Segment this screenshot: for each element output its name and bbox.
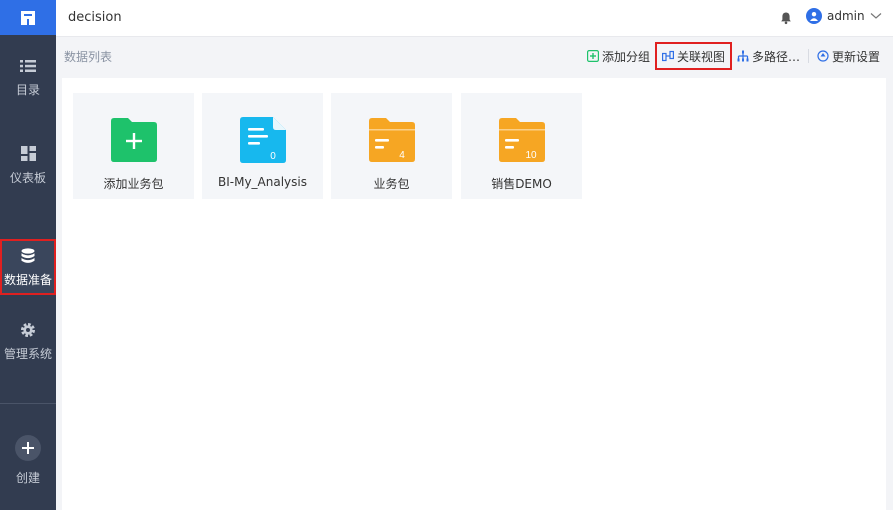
package-card[interactable]: 0 BI-My_Analysis: [202, 93, 323, 199]
multi-path-button[interactable]: 多路径…: [732, 43, 805, 69]
package-count: 0: [270, 151, 276, 162]
user-menu[interactable]: admin: [806, 8, 882, 24]
update-settings-label: 更新设置: [831, 49, 880, 64]
add-group-icon: [586, 50, 599, 62]
folder-icon: 4: [368, 118, 415, 162]
toolbar: 添加分组 关联视图 多路径… 更新设置: [582, 42, 885, 70]
refresh-icon: [817, 50, 829, 62]
content-header: 数据列表 添加分组 关联视图 多路径… 更新设置: [56, 37, 893, 75]
chevron-down-icon: [870, 13, 882, 19]
create-button[interactable]: 创建: [0, 430, 56, 490]
bell-icon[interactable]: [779, 11, 793, 25]
sidebar: 目录 仪表板 数据准备 管理系统 创建: [0, 0, 56, 510]
top-bar: decision admin: [56, 0, 893, 37]
package-count: 4: [399, 150, 405, 161]
app-title: decision: [68, 10, 122, 25]
sidebar-item-catalog[interactable]: 目录: [0, 49, 56, 105]
card-label: 业务包: [373, 177, 410, 191]
sidebar-item-data-prep[interactable]: 数据准备: [0, 239, 56, 295]
dashboard-icon: [19, 145, 37, 163]
relation-view-button[interactable]: 关联视图: [654, 42, 732, 70]
app-logo[interactable]: [0, 0, 56, 35]
package-card[interactable]: 10 销售DEMO: [461, 93, 582, 199]
multi-path-label: 多路径…: [751, 49, 800, 64]
sidebar-divider: [0, 403, 56, 404]
create-label: 创建: [15, 470, 40, 485]
sidebar-item-label: 管理系统: [3, 346, 52, 361]
logo-icon: [21, 10, 35, 25]
sidebar-item-dashboard[interactable]: 仪表板: [0, 137, 56, 193]
section-title: 数据列表: [64, 50, 113, 64]
add-group-button[interactable]: 添加分组: [582, 43, 655, 69]
multi-path-icon: [737, 50, 749, 62]
main-panel: 添加业务包 0 BI-My_Analysis 4 业务包 10 销售DEMO: [62, 78, 886, 510]
user-name: admin: [827, 9, 865, 23]
sidebar-item-label: 仪表板: [9, 170, 46, 185]
toolbar-divider: [807, 49, 809, 63]
relation-view-icon: [661, 50, 674, 62]
relation-view-label: 关联视图: [676, 49, 725, 64]
plus-icon: [15, 434, 41, 461]
update-settings-button[interactable]: 更新设置: [812, 43, 885, 69]
add-package-card[interactable]: 添加业务包: [73, 93, 194, 199]
card-label: 销售DEMO: [491, 177, 552, 191]
folder-icon: 10: [498, 118, 545, 162]
sidebar-item-label: 数据准备: [3, 272, 52, 287]
document-icon: 0: [239, 117, 286, 163]
avatar: [806, 8, 822, 24]
sidebar-item-label: 目录: [15, 82, 40, 97]
database-icon: [19, 247, 37, 265]
gear-icon: [19, 321, 37, 339]
add-group-label: 添加分组: [601, 49, 650, 64]
list-icon: [19, 57, 37, 75]
card-label: 添加业务包: [103, 177, 164, 191]
package-count: 10: [525, 150, 537, 161]
sidebar-item-admin[interactable]: 管理系统: [0, 313, 56, 369]
package-card[interactable]: 4 业务包: [331, 93, 452, 199]
card-label: BI-My_Analysis: [218, 175, 307, 189]
add-folder-icon: [110, 118, 157, 162]
